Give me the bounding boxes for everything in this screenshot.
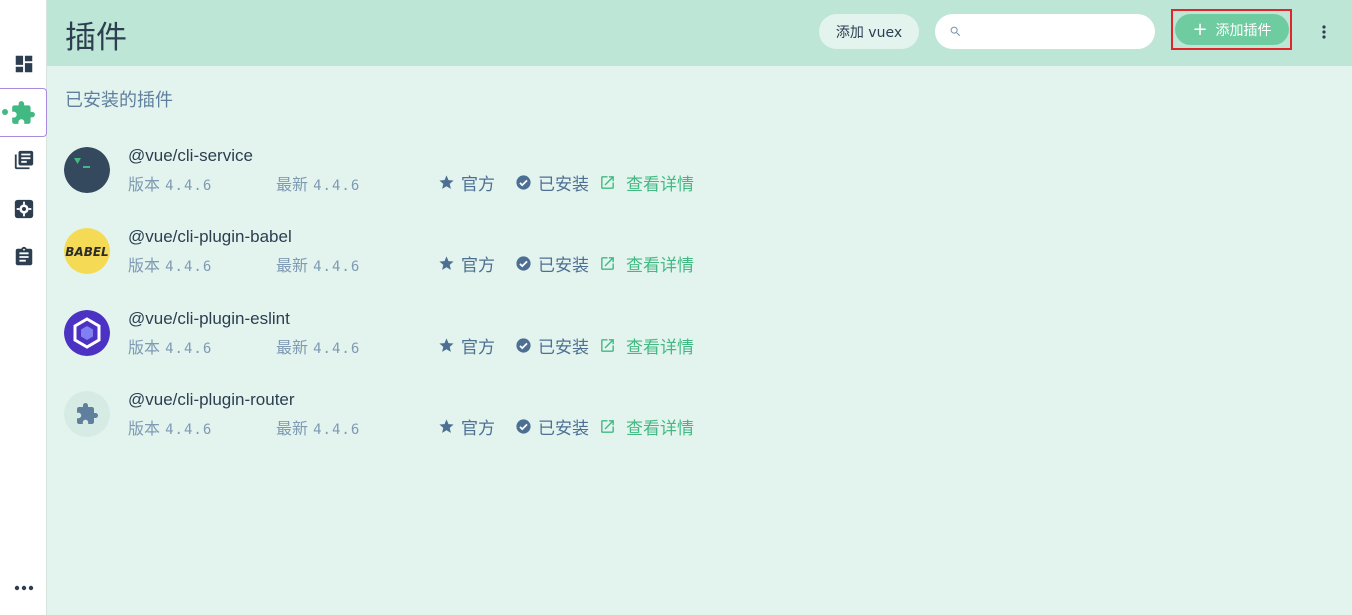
plugin-version: 版本 4.4.6 — [128, 338, 213, 357]
plugin-name: @vue/cli-plugin-eslint — [128, 309, 290, 328]
star-icon — [439, 419, 454, 433]
plugin-item[interactable]: BABEL @vue/cli-plugin-babel 版本 4.4.6 最新 … — [64, 225, 764, 285]
plugin-name: @vue/cli-service — [128, 146, 253, 165]
star-icon — [439, 256, 454, 270]
sidebar-item-plugins[interactable] — [0, 88, 47, 137]
sidebar-item-dashboard[interactable] — [0, 41, 47, 87]
plugin-item[interactable]: @vue/cli-plugin-router 版本 4.4.6 最新 4.4.6… — [64, 388, 764, 448]
plugin-version: 版本 4.4.6 — [128, 419, 213, 438]
star-icon — [439, 175, 454, 189]
plugin-name: @vue/cli-plugin-babel — [128, 227, 292, 246]
page-title: 插件 — [65, 20, 127, 56]
babel-logo: BABEL — [64, 228, 110, 274]
view-details-link[interactable]: 查看详情 — [599, 170, 694, 195]
plugin-latest-version: 最新 4.4.6 — [276, 419, 361, 438]
more-horizontal-icon — [14, 585, 33, 591]
search-icon — [950, 26, 961, 37]
check-circle-icon — [516, 175, 531, 190]
plugin-version: 版本 4.4.6 — [128, 175, 213, 194]
add-plugin-highlight: + 添加插件 — [1171, 9, 1292, 50]
search-field[interactable] — [935, 14, 1155, 49]
open-in-new-icon — [601, 176, 614, 189]
library-books-icon — [14, 150, 33, 170]
plugin-name: @vue/cli-plugin-router — [128, 390, 295, 409]
open-in-new-icon — [601, 420, 614, 433]
installed-badge: 已安装 — [515, 251, 589, 276]
gear-icon — [14, 199, 33, 219]
official-badge: 官方 — [438, 170, 495, 195]
add-vuex-button[interactable]: 添加 vuex — [819, 14, 919, 49]
installed-badge: 已安装 — [515, 333, 589, 358]
official-badge: 官方 — [438, 414, 495, 439]
open-in-new-icon — [601, 339, 614, 352]
installed-badge: 已安装 — [515, 414, 589, 439]
official-badge: 官方 — [438, 251, 495, 276]
plugin-item[interactable]: @vue/cli-plugin-eslint 版本 4.4.6 最新 4.4.6… — [64, 307, 764, 367]
puzzle-icon — [12, 100, 35, 124]
open-in-new-icon — [601, 257, 614, 270]
sidebar-item-dependencies[interactable] — [0, 137, 47, 183]
sidebar-item-configuration[interactable] — [0, 186, 47, 232]
dashboard-icon — [15, 55, 32, 73]
plugin-latest-version: 最新 4.4.6 — [276, 175, 361, 194]
clipboard-icon — [15, 246, 32, 266]
plus-icon: + — [1192, 18, 1208, 40]
plugin-item[interactable]: @vue/cli-service 版本 4.4.6 最新 4.4.6 官方 已安… — [64, 144, 764, 204]
terminal-logo — [64, 147, 110, 193]
more-vertical-icon — [1322, 25, 1326, 39]
eslint-logo — [64, 310, 110, 356]
check-circle-icon — [516, 338, 531, 353]
official-badge: 官方 — [438, 333, 495, 358]
puzzle-logo — [64, 391, 110, 437]
view-details-link[interactable]: 查看详情 — [599, 251, 694, 276]
sidebar-more-button[interactable] — [0, 576, 47, 600]
plugin-latest-version: 最新 4.4.6 — [276, 338, 361, 357]
view-details-link[interactable]: 查看详情 — [599, 333, 694, 358]
star-icon — [439, 338, 454, 352]
more-menu-button[interactable] — [1314, 20, 1334, 44]
plugin-latest-version: 最新 4.4.6 — [276, 256, 361, 275]
sidebar — [0, 0, 47, 615]
svg-text:BABEL: BABEL — [65, 245, 108, 259]
installed-badge: 已安装 — [515, 170, 589, 195]
view-details-link[interactable]: 查看详情 — [599, 414, 694, 439]
check-circle-icon — [516, 419, 531, 434]
active-indicator — [2, 109, 8, 115]
add-plugin-label: 添加插件 — [1215, 22, 1272, 39]
plugin-version: 版本 4.4.6 — [128, 256, 213, 275]
search-input[interactable] — [970, 23, 1150, 40]
section-title: 已安装的插件 — [65, 90, 173, 111]
page-header: 插件 添加 vuex + 添加插件 — [47, 0, 1352, 66]
check-circle-icon — [516, 256, 531, 271]
sidebar-item-tasks[interactable] — [0, 234, 47, 280]
add-plugin-button[interactable]: + 添加插件 — [1175, 14, 1289, 45]
